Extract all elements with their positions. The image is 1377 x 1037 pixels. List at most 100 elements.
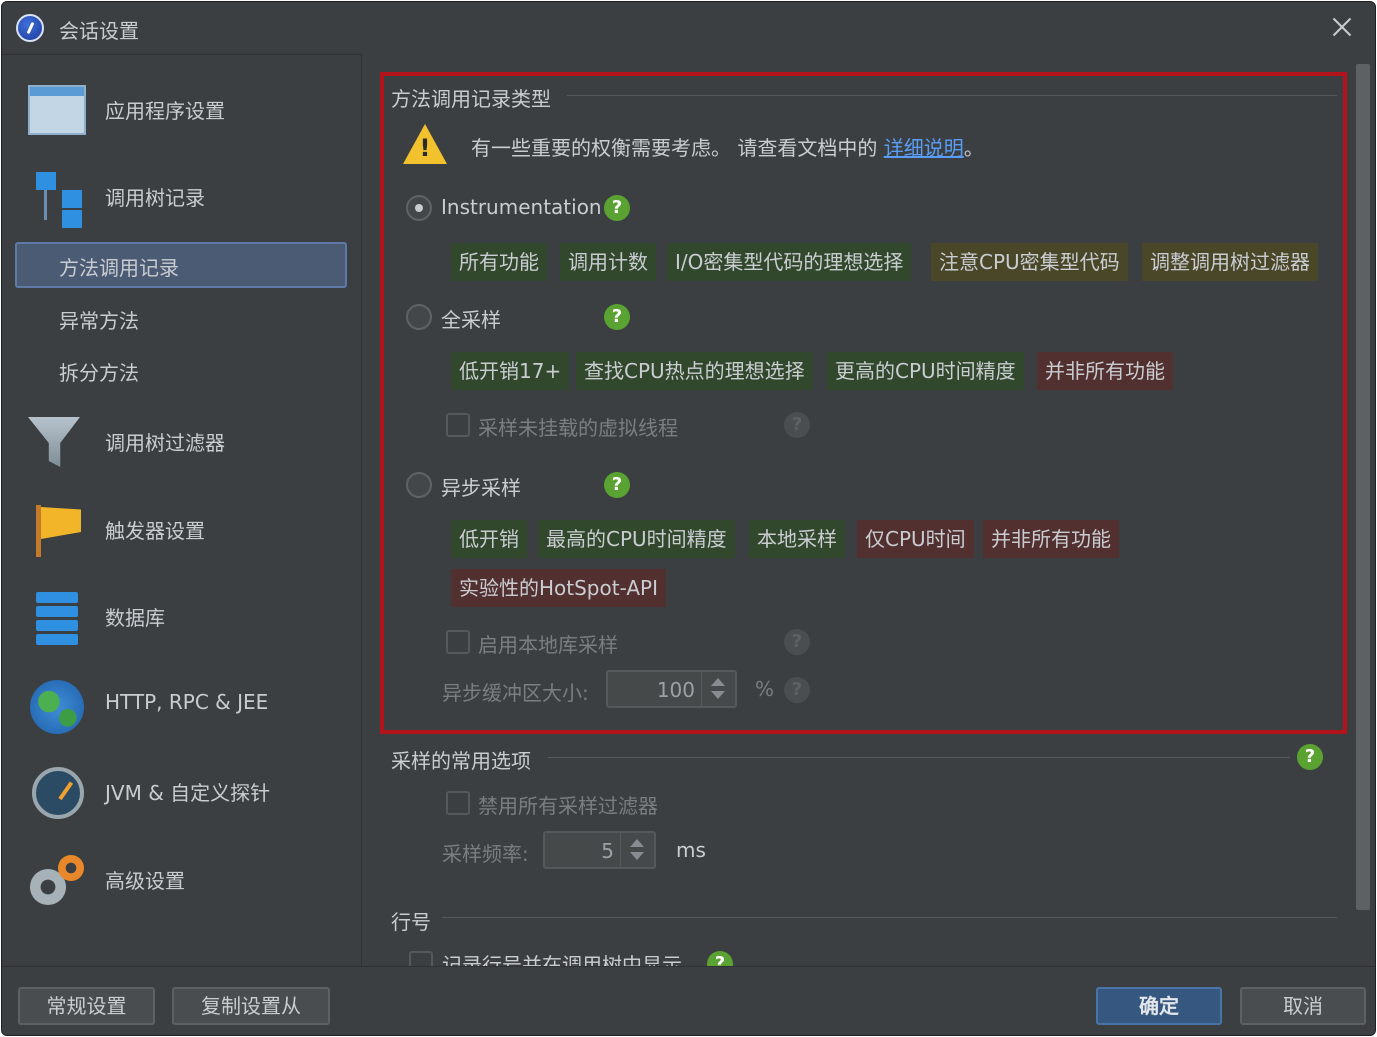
sample-unmounted-virtual-threads-checkbox[interactable]	[446, 413, 470, 437]
line-numbers-row-partial: 记录行号并在调用树中显示 ?	[363, 946, 1352, 966]
funnel-filter-icon	[28, 417, 80, 467]
record-line-numbers-checkbox[interactable]	[409, 951, 433, 966]
sample-unmounted-virtual-threads-label: 采样未挂载的虚拟线程	[478, 416, 678, 440]
tag-cpu-bound-warning: 注意CPU密集型代码	[931, 243, 1128, 281]
help-icon[interactable]: ?	[707, 951, 733, 966]
sidebar-item-label: 数据库	[105, 606, 165, 630]
app-settings-window-icon	[28, 85, 86, 135]
native-library-sampling-label: 启用本地库采样	[478, 633, 618, 657]
instrumentation-radio[interactable]	[406, 195, 432, 221]
vertical-scrollbar[interactable]	[1353, 64, 1371, 964]
sidebar-item-advanced-settings[interactable]: 高级设置	[2, 849, 360, 909]
sidebar-item-exceptional-methods[interactable]: 异常方法	[15, 295, 347, 341]
globe-icon	[30, 680, 84, 734]
tag-low-overhead-17: 低开销17+	[451, 352, 570, 390]
app-logo-icon	[16, 14, 44, 42]
tag-experimental-hotspot-api: 实验性的HotSpot-API	[451, 569, 667, 607]
sidebar-item-label: 调用树记录	[105, 186, 205, 210]
sidebar-item-databases[interactable]: 数据库	[2, 586, 360, 646]
sidebar: 应用程序设置 调用树记录 方法调用记录 异常方法 拆分方法 调用树过滤器 触发器…	[2, 54, 362, 966]
async-buffer-size-label: 异步缓冲区大小:	[442, 681, 589, 705]
tag-low-overhead: 低开销	[451, 520, 527, 558]
async-buffer-size-unit: %	[755, 677, 775, 701]
window-title: 会话设置	[59, 19, 139, 43]
warning-suffix: 。	[963, 136, 984, 160]
database-icon	[28, 592, 86, 645]
help-icon[interactable]: ?	[1297, 744, 1323, 770]
close-icon[interactable]	[1327, 12, 1357, 42]
tag-all-features: 所有功能	[451, 243, 547, 281]
section-title-line-numbers: 行号	[391, 910, 431, 934]
tag-not-all-features: 并非所有功能	[1037, 352, 1173, 390]
async-buffer-size-spinner[interactable]: 100	[606, 670, 737, 708]
disable-sampling-filters-label: 禁用所有采样过滤器	[478, 794, 658, 818]
sidebar-item-label: JVM & 自定义探针	[105, 781, 271, 805]
help-icon[interactable]: ?	[604, 472, 630, 498]
sidebar-item-jvm-custom-probes[interactable]: JVM & 自定义探针	[2, 761, 360, 821]
section-divider	[567, 95, 1337, 96]
tag-highest-cpu-precision: 最高的CPU时间精度	[538, 520, 735, 558]
section-title-method-recording-type: 方法调用记录类型	[391, 87, 551, 111]
tag-not-all-features: 并非所有功能	[983, 520, 1119, 558]
tag-cpu-time-only: 仅CPU时间	[857, 520, 974, 558]
section-divider	[442, 917, 1337, 918]
gauge-icon	[32, 767, 84, 819]
flag-icon	[28, 505, 86, 557]
sidebar-item-label: 高级设置	[105, 869, 185, 893]
warning-message: 有一些重要的权衡需要考虑。 请查看文档中的 详细说明。	[471, 132, 984, 161]
section-title-sampling-options: 采样的常用选项	[391, 749, 531, 773]
sampling-frequency-value: 5	[601, 839, 614, 863]
section-divider	[548, 757, 1290, 758]
instrumentation-label: Instrumentation	[441, 195, 602, 219]
async-sampling-label: 异步采样	[441, 476, 521, 500]
sidebar-item-http-rpc-jee[interactable]: HTTP, RPC & JEE	[2, 674, 360, 734]
sidebar-item-label: 拆分方法	[59, 361, 139, 385]
session-settings-dialog: 会话设置 应用程序设置 调用树记录 方法调用记录 异常方法 拆分方法 调用树过滤…	[1, 1, 1376, 1036]
sidebar-item-label: 触发器设置	[105, 519, 205, 543]
help-icon[interactable]: ?	[604, 304, 630, 330]
full-sampling-label: 全采样	[441, 308, 501, 332]
help-icon: ?	[784, 677, 810, 703]
sampling-frequency-label: 采样频率:	[442, 842, 529, 866]
copy-settings-from-button[interactable]: 复制设置从	[172, 987, 330, 1025]
native-library-sampling-checkbox[interactable]	[446, 630, 470, 654]
warning-text: 有一些重要的权衡需要考虑。 请查看文档中的	[471, 136, 884, 160]
help-icon[interactable]: ?	[604, 195, 630, 221]
sidebar-item-call-tree-recording[interactable]: 调用树记录	[2, 166, 360, 228]
tag-cpu-hotspots-ideal: 查找CPU热点的理想选择	[576, 352, 813, 390]
call-tree-icon	[28, 172, 86, 228]
title-bar: 会话设置	[2, 2, 1375, 54]
disable-sampling-filters-checkbox[interactable]	[446, 791, 470, 815]
dialog-footer: 常规设置 复制设置从 确定 取消	[2, 966, 1375, 1035]
help-icon: ?	[784, 629, 810, 655]
cancel-button[interactable]: 取消	[1240, 987, 1366, 1025]
sidebar-item-split-methods[interactable]: 拆分方法	[15, 347, 347, 393]
tag-higher-cpu-precision: 更高的CPU时间精度	[827, 352, 1024, 390]
detail-link[interactable]: 详细说明	[884, 136, 964, 160]
sidebar-item-label: 方法调用记录	[59, 256, 179, 280]
tag-native-sampling: 本地采样	[749, 520, 845, 558]
scrollbar-thumb[interactable]	[1356, 64, 1370, 910]
spinner-arrows-icon[interactable]	[620, 833, 654, 867]
help-icon: ?	[784, 412, 810, 438]
sidebar-item-method-call-recording[interactable]: 方法调用记录	[15, 242, 347, 288]
record-line-numbers-label: 记录行号并在调用树中显示	[442, 953, 682, 966]
sidebar-item-trigger-settings[interactable]: 触发器设置	[2, 499, 360, 559]
spinner-arrows-icon[interactable]	[701, 672, 735, 706]
sampling-frequency-unit: ms	[676, 838, 706, 862]
async-buffer-size-value: 100	[656, 678, 695, 702]
full-sampling-radio[interactable]	[406, 304, 432, 330]
sidebar-item-label: 异常方法	[59, 309, 139, 333]
sidebar-item-call-tree-filters[interactable]: 调用树过滤器	[2, 411, 360, 471]
async-sampling-radio[interactable]	[406, 472, 432, 498]
sampling-frequency-spinner[interactable]: 5	[543, 831, 656, 869]
tag-adjust-filters: 调整调用树过滤器	[1142, 243, 1318, 281]
gears-icon	[28, 855, 86, 905]
tag-io-bound-ideal: I/O密集型代码的理想选择	[667, 243, 912, 281]
ok-button[interactable]: 确定	[1096, 987, 1222, 1025]
sidebar-item-label: 应用程序设置	[105, 99, 225, 123]
general-settings-button[interactable]: 常规设置	[18, 987, 155, 1025]
sidebar-item-label: 调用树过滤器	[105, 431, 225, 455]
tag-invocation-counts: 调用计数	[560, 243, 656, 281]
sidebar-item-app-settings[interactable]: 应用程序设置	[2, 79, 360, 139]
